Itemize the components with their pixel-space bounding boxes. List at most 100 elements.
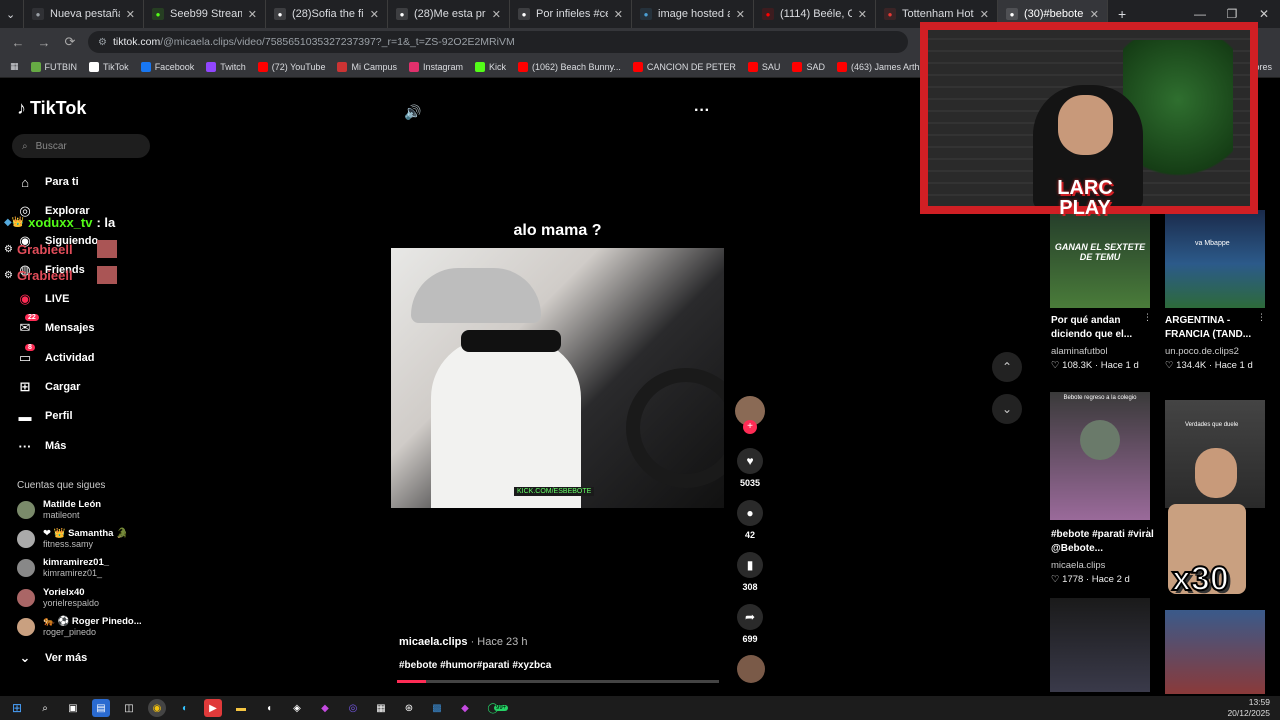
app-icon[interactable]: ◫ [120,699,138,717]
browser-tab[interactable]: ● (28)Me esta preocup ✕ [388,0,510,28]
close-tab-icon[interactable]: ✕ [736,8,745,21]
suggested-caption[interactable]: Por qué andan diciendo que el... [1051,314,1155,342]
search-input[interactable]: ⌕ Buscar [12,134,150,158]
close-tab-icon[interactable]: ✕ [126,8,135,21]
following-account[interactable]: kimramirez01_ kimramirez01_ [17,557,109,579]
suggested-caption[interactable]: #bebote #parati #viral @Bebote... [1051,528,1155,556]
sidebar-item-m-s[interactable]: ··· Más [17,438,67,454]
suggested-thumbnail[interactable]: va Mbappe [1165,210,1265,308]
close-tab-icon[interactable]: ✕ [370,8,379,21]
sidebar-item-cargar[interactable]: ⊞ Cargar [17,379,81,395]
browser-tab[interactable]: ● Seeb99 Stream - Wa ✕ [144,0,266,28]
tab-search-dropdown[interactable]: ⌄ [0,0,24,28]
more-options-icon[interactable]: ⋮ [1257,312,1266,323]
bookmark-item[interactable]: Facebook [140,61,194,72]
suggested-thumbnail[interactable]: GANAN EL SEXTETE DE TEMU [1050,210,1150,308]
sidebar-item-mensajes[interactable]: ✉ 22 Mensajes [17,314,95,336]
volume-icon[interactable]: 🔊 [404,104,421,121]
bookmark-item[interactable]: FUTBIN [30,61,77,72]
following-account[interactable]: Yorielx40 yorielrespaldo [17,587,99,609]
app-icon[interactable]: ◆ [316,699,334,717]
suggested-thumbnail[interactable] [1050,598,1150,692]
store-icon[interactable]: ▤ [92,699,110,717]
video-app-icon[interactable]: ▶ [204,699,222,717]
windows-start-icon[interactable]: ⊞ [8,699,26,717]
bookmark-item[interactable]: Twitch [206,61,246,72]
bookmark-item[interactable]: Instagram [408,61,463,72]
sidebar-item-live[interactable]: ◉ LIVE [17,291,69,307]
previous-video-button[interactable]: ⌃ [992,352,1022,382]
more-options-icon[interactable]: ⋮ [1143,312,1152,323]
apps-grid-icon[interactable]: ▦ [10,61,19,72]
close-tab-icon[interactable]: ✕ [980,8,989,21]
app-icon[interactable]: ⊛ [400,699,418,717]
comment-button[interactable]: ● 42 [737,500,763,540]
search-icon[interactable]: ⌕ [36,699,54,717]
creator-avatar[interactable]: + [735,396,765,434]
music-disc[interactable] [737,655,765,683]
suggested-caption[interactable]: ARGENTINA - FRANCIA (TAND... [1165,314,1269,342]
reload-icon[interactable]: ⟳ [62,34,78,50]
app-icon[interactable]: ▩ [428,699,446,717]
discord-icon[interactable]: ◎ [344,699,362,717]
more-options-icon[interactable]: ··· [694,102,710,120]
tiktok-logo[interactable]: ♪ TikTok [17,98,86,119]
next-video-button[interactable]: ⌄ [992,394,1022,424]
close-tab-icon[interactable]: ✕ [614,8,623,21]
folder-icon[interactable]: ▬ [232,699,250,717]
video-progress-bar[interactable] [397,680,719,683]
follow-plus-icon[interactable]: + [743,420,757,434]
bookmark-item[interactable]: TikTok [89,61,129,72]
bookmark-item[interactable]: SAU [747,61,780,72]
browser-tab[interactable]: ● (1114) Beéle, Ovy ✕ [754,0,876,28]
app-icon[interactable]: ◆ [456,699,474,717]
bookmark-item[interactable]: CANCION DE PETER [632,61,736,72]
browser-tab[interactable]: ● image hosted at Img ✕ [632,0,754,28]
task-view-icon[interactable]: ▣ [64,699,82,717]
following-account[interactable]: 🐅 ⚽ Roger Pinedo... roger_pinedo [17,616,142,638]
more-options-icon[interactable]: ⋮ [1143,526,1152,537]
close-tab-icon[interactable]: ✕ [492,8,501,21]
close-tab-icon[interactable]: ✕ [858,8,867,21]
whatsapp-icon[interactable]: ◯ 99+ [484,699,509,717]
chrome-icon[interactable]: ◉ [148,699,166,717]
stream-logo: LARC PLAY [1057,177,1113,219]
sidebar-item-perfil[interactable]: ▬ Perfil [17,408,73,424]
suggested-thumbnail[interactable] [1165,610,1265,694]
app-icon[interactable]: ◖ [260,699,278,717]
suggested-author[interactable]: un.poco.de.clips2 [1165,346,1239,357]
forward-icon[interactable]: → [36,35,52,50]
like-button[interactable]: ♥ 5035 [737,448,763,488]
close-tab-icon[interactable]: ✕ [248,8,257,21]
suggested-author[interactable]: micaela.clips [1051,560,1105,571]
browser-tab[interactable]: ● Nueva pestaña ✕ [24,0,144,28]
sidebar-item-para-ti[interactable]: ⌂ Para ti [17,174,79,190]
browser-tab[interactable]: ● (28)Sofia the first Dis ✕ [266,0,388,28]
app-icon[interactable]: ◈ [288,699,306,717]
system-clock[interactable]: 13:59 20/12/2025 [1227,697,1270,719]
video-player[interactable]: KICK.COM/ESBEBOTE [391,248,724,508]
save-button[interactable]: ▮ 308 [737,552,763,592]
browser-tab[interactable]: ● Por infieles #ceskel | ✕ [510,0,632,28]
bookmark-item[interactable]: (1062) Beach Bunny... [518,61,621,72]
following-account[interactable]: Matilde León matileont [17,499,101,521]
bookmark-item[interactable]: SAD [792,61,825,72]
suggested-thumbnail[interactable]: Verdades que duele [1165,400,1265,508]
address-bar[interactable]: ⚙ tiktok.com/@micaela.clips/video/758565… [88,31,908,53]
bookmark-item[interactable]: (72) YouTube [257,61,325,72]
suggested-thumbnail[interactable]: Bebote regreso a la colegio [1050,392,1150,520]
following-account[interactable]: ❤ 👑 Samantha 🐊 fitness.samy [17,528,128,550]
video-hashtags[interactable]: #bebote #humor#parati #xyzbca [399,660,551,671]
sidebar-item-actividad[interactable]: ▭ 8 Actividad [17,344,95,366]
share-button[interactable]: ➦ 699 [737,604,763,644]
bookmark-item[interactable]: Mi Campus [337,61,397,72]
creator-name[interactable]: micaela.clips [399,636,468,648]
site-info-icon[interactable]: ⚙ [98,37,107,48]
edge-icon[interactable]: ◐ [176,699,194,717]
see-more-button[interactable]: ⌄ Ver más [17,650,88,666]
back-icon[interactable]: ← [10,35,26,50]
calculator-icon[interactable]: ▦ [372,699,390,717]
bookmark-item[interactable]: Kick [475,61,506,72]
suggested-author[interactable]: alaminafutbol [1051,346,1108,357]
close-tab-icon[interactable]: ✕ [1090,8,1099,21]
